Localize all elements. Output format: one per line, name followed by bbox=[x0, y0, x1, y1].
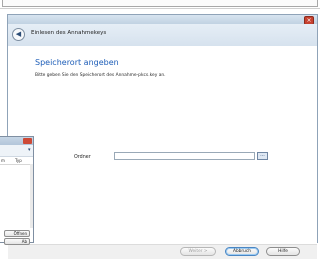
page-heading: Speicherort angeben bbox=[35, 58, 119, 67]
folder-input[interactable] bbox=[114, 152, 255, 160]
background-file-window: ▾ m Typ Öffnen Ab bbox=[0, 136, 34, 245]
column-header-type[interactable]: Typ bbox=[15, 158, 22, 163]
open-button[interactable]: Öffnen bbox=[4, 230, 30, 237]
file-list-scrollbar[interactable] bbox=[30, 164, 33, 228]
wizard-dialog: × ◀ Einlesen des Annahmekeys Speicherort… bbox=[7, 14, 318, 259]
close-icon[interactable] bbox=[23, 138, 32, 144]
wizard-content: Speicherort angeben Bitte geben Sie den … bbox=[8, 46, 317, 244]
wizard-footer: Weiter > Abbruch Hilfe bbox=[8, 244, 317, 259]
wizard-title: Einlesen des Annahmekeys bbox=[31, 30, 107, 36]
background-window-toolbar: ▾ bbox=[0, 145, 33, 157]
help-button[interactable]: Hilfe bbox=[266, 247, 300, 256]
cancel-button[interactable]: Abbruch bbox=[225, 247, 259, 256]
background-window-edge bbox=[0, 0, 320, 9]
background-window-titlebar bbox=[0, 137, 33, 145]
browse-button[interactable]: ... bbox=[257, 152, 268, 160]
folder-label: Ordner bbox=[74, 155, 91, 160]
dialog-caption-bar: × bbox=[8, 15, 317, 25]
page-description: Bitte geben Sie den Speicherort des Anna… bbox=[35, 73, 166, 78]
cancel-button[interactable]: Ab bbox=[4, 238, 30, 245]
view-options-icon[interactable]: ▾ bbox=[28, 147, 31, 153]
back-arrow-icon[interactable]: ◀ bbox=[12, 28, 25, 41]
background-window-frame bbox=[2, 0, 318, 7]
wizard-nav-bar: ◀ Einlesen des Annahmekeys bbox=[8, 24, 317, 46]
next-button[interactable]: Weiter > bbox=[180, 247, 216, 256]
column-header-name[interactable]: m bbox=[1, 158, 5, 163]
file-list-header: m Typ bbox=[0, 157, 33, 165]
